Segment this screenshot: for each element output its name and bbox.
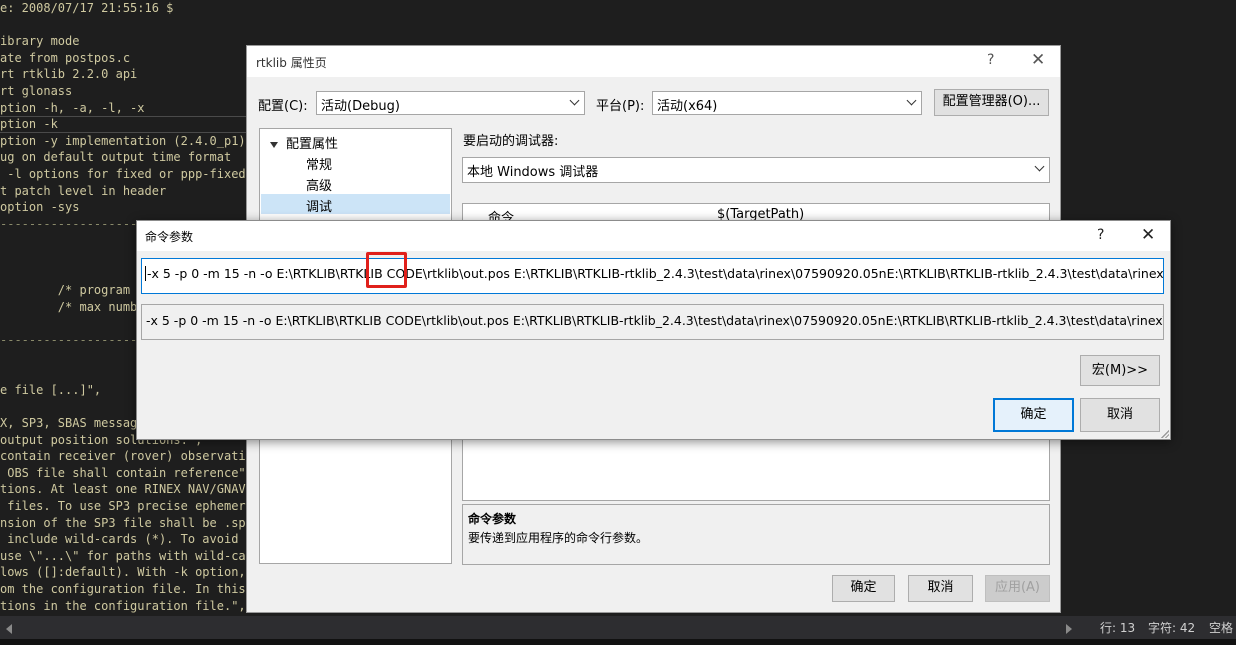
- apply-button[interactable]: 应用(A): [985, 575, 1050, 602]
- code-line: lows ([]:default). With -k option,: [0, 565, 246, 580]
- command-dialog-titlebar: 命令参数 ? ✕: [137, 221, 1170, 251]
- code-line: t patch level in header: [0, 183, 167, 198]
- bottom-strip: [0, 639, 1236, 645]
- debugger-label: 要启动的调试器:: [463, 134, 559, 149]
- tree-item-debugging[interactable]: 调试: [261, 194, 450, 215]
- code-line: /* max numbe: [0, 299, 145, 314]
- chevron-down-icon: [569, 95, 580, 106]
- code-line: ate from postpos.c: [0, 50, 131, 65]
- command-arguments-input[interactable]: -x 5 -p 0 -m 15 -n -o E:\RTKLIB\RTKLIB C…: [141, 258, 1164, 294]
- debugger-select-value: 本地 Windows 调试器: [467, 165, 599, 180]
- code-line: tions. At least one RINEX NAV/GNAV: [0, 482, 246, 497]
- chevron-down-icon: [906, 95, 917, 106]
- command-arguments-input-text: -x 5 -p 0 -m 15 -n -o E:\RTKLIB\RTKLIB C…: [147, 266, 1164, 281]
- tree-item-general[interactable]: 常规: [306, 154, 332, 173]
- resize-grip-icon[interactable]: [1160, 429, 1169, 438]
- status-char-number: 字符: 42: [1148, 621, 1196, 635]
- code-line: om the configuration file. In this: [0, 582, 246, 596]
- status-line-number: 行: 13: [1100, 621, 1136, 635]
- code-line: option -sys: [0, 200, 80, 215]
- debugger-select[interactable]: 本地 Windows 调试器: [462, 157, 1050, 183]
- command-dialog-title: 命令参数: [145, 230, 194, 244]
- cancel-button[interactable]: 取消: [908, 575, 973, 602]
- command-arguments-preview-text: -x 5 -p 0 -m 15 -n -o E:\RTKLIB\RTKLIB C…: [146, 313, 1164, 328]
- code-line: X, SP3, SBAS messag: [0, 416, 138, 430]
- config-select[interactable]: 活动(Debug): [316, 91, 585, 115]
- help-icon[interactable]: ?: [987, 52, 994, 68]
- code-line: /* program n: [0, 283, 145, 298]
- close-icon[interactable]: ✕: [1031, 50, 1045, 70]
- code-line: ption -y implementation (2.4.0_p1): [0, 133, 246, 148]
- code-line: files. To use SP3 precise ephemer: [0, 499, 246, 513]
- code-line: ug on default output time format: [0, 150, 232, 165]
- status-indent-mode[interactable]: 空格: [1209, 619, 1233, 636]
- ok-button[interactable]: 确定: [832, 575, 895, 602]
- command-arguments-preview: -x 5 -p 0 -m 15 -n -o E:\RTKLIB\RTKLIB C…: [141, 304, 1164, 340]
- property-dialog-titlebar: rtklib 属性页 ? ✕: [247, 46, 1060, 77]
- platform-select-value: 活动(x64): [657, 99, 718, 114]
- status-bar: 行: 13 字符: 42 空格: [0, 616, 1236, 645]
- code-line: use \"...\" for paths with wild-ca: [0, 548, 246, 563]
- scroll-left-icon[interactable]: [6, 624, 12, 634]
- code-line: OBS file shall contain reference": [0, 465, 246, 480]
- code-line: e file [...]",: [0, 382, 102, 397]
- tree-root-config-properties[interactable]: 配置属性: [270, 133, 338, 152]
- expand-arrow-icon: [270, 141, 278, 148]
- code-line: rt glonass: [0, 84, 73, 98]
- property-description: 命令参数 要传递到应用程序的命令行参数。: [462, 504, 1050, 565]
- description-text: 要传递到应用程序的命令行参数。: [468, 531, 649, 545]
- cancel-button[interactable]: 取消: [1080, 398, 1160, 432]
- config-manager-button[interactable]: 配置管理器(O)...: [934, 89, 1049, 116]
- code-line: rt rtklib 2.2.0 api: [0, 67, 138, 82]
- code-line: tions in the configuration file.",: [0, 598, 246, 613]
- chevron-down-icon: [1034, 161, 1045, 172]
- code-line: e: 2008/07/17 21:55:16 $: [0, 1, 174, 15]
- code-line: ption -h, -a, -l, -x: [0, 100, 145, 115]
- tree-item-advanced[interactable]: 高级: [306, 175, 332, 194]
- code-line: ption -k: [0, 117, 58, 132]
- annotation-highlight-box: [366, 252, 407, 288]
- macro-button[interactable]: 宏(M)>>: [1080, 355, 1160, 386]
- config-label: 配置(C):: [258, 99, 308, 114]
- platform-label: 平台(P):: [596, 99, 645, 114]
- code-line: include wild-cards (*). To avoid: [0, 532, 239, 547]
- close-icon[interactable]: ✕: [1141, 225, 1155, 245]
- help-icon[interactable]: ?: [1097, 227, 1104, 243]
- scroll-right-icon[interactable]: [1066, 624, 1072, 634]
- description-title: 命令参数: [468, 512, 517, 526]
- code-line: contain receiver (rover) observati: [0, 449, 246, 464]
- ok-button[interactable]: 确定: [993, 398, 1074, 432]
- code-line: -l options for fixed or ppp-fixed: [0, 167, 246, 181]
- code-line: ibrary mode: [0, 34, 80, 49]
- text-caret: [145, 266, 146, 281]
- config-select-value: 活动(Debug): [321, 99, 400, 114]
- code-line: nsion of the SP3 file shall be .sp: [0, 515, 246, 530]
- command-arguments-dialog: 命令参数 ? ✕ -x 5 -p 0 -m 15 -n -o E:\RTKLIB…: [136, 220, 1171, 440]
- property-dialog-title: rtklib 属性页: [256, 56, 327, 70]
- platform-select[interactable]: 活动(x64): [652, 91, 922, 115]
